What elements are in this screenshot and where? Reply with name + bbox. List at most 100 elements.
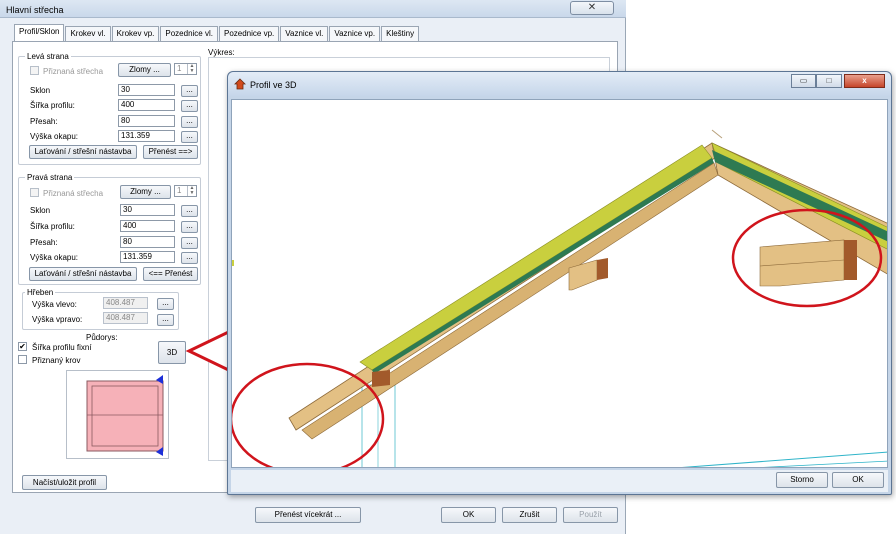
left-rafter-lower: [301, 162, 719, 440]
left-pitch-label: Sklon: [30, 86, 51, 95]
tab-krokev-vp[interactable]: Krokev vp.: [111, 26, 160, 41]
right-overhang-input[interactable]: 80: [120, 236, 175, 248]
tab-vaznice-vp[interactable]: Vaznice vp.: [329, 26, 381, 41]
ridge-height-right-dots-button[interactable]: ...: [157, 314, 174, 326]
ridge-height-left-label: Výška vlevo:: [32, 300, 77, 309]
tab-vaznice-vl[interactable]: Vaznice vl.: [280, 26, 329, 41]
right-fitted-roof-checkbox[interactable]: [30, 188, 39, 197]
3d-button[interactable]: 3D: [158, 341, 186, 364]
right-pitch-input[interactable]: 30: [120, 204, 175, 216]
left-battens-button[interactable]: Laťování / střešní nástavba: [29, 145, 137, 159]
right-profile-width-dots-button[interactable]: ...: [181, 221, 198, 233]
left-profile-width-label: Šířka profilu:: [30, 101, 75, 110]
tab-klestiny[interactable]: Kleštiny: [381, 26, 420, 41]
ridge-group: Hřeben: [22, 288, 179, 330]
left-breaks-count: 1: [177, 64, 182, 73]
main-titlebar: Hlavní střecha ✕: [0, 0, 626, 18]
ridge-height-right-input[interactable]: 408.487: [103, 312, 148, 324]
fixed-width-checkbox[interactable]: ✔: [18, 342, 27, 351]
right-overhang-dots-button[interactable]: ...: [181, 237, 198, 249]
tab-pozednice-vp[interactable]: Pozednice vp.: [218, 26, 280, 41]
right-foil: [712, 150, 887, 242]
left-eave-height-dots-button[interactable]: ...: [181, 131, 198, 143]
spinner-arrows-icon[interactable]: ▲ ▼: [187, 186, 196, 196]
roof-3d-scene: [232, 129, 887, 467]
profile-3d-footer: Storno OK: [231, 470, 888, 492]
main-dialog-title: Hlavní střecha: [6, 5, 64, 15]
fixed-width-label: Šířka profilu fixní: [32, 343, 92, 352]
right-pitch-dots-button[interactable]: ...: [181, 205, 198, 217]
left-side-title: Levá strana: [25, 52, 71, 61]
ground-line: [682, 451, 887, 467]
load-save-profile-button[interactable]: Načíst/uložit profil: [22, 475, 107, 490]
right-battens-button[interactable]: Laťování / střešní nástavba: [29, 267, 137, 281]
marker-left: [232, 260, 234, 266]
fitted-truss-checkbox[interactable]: [18, 355, 27, 364]
maximize-button[interactable]: □: [816, 74, 842, 88]
left-overhang-dots-button[interactable]: ...: [181, 116, 198, 128]
right-profile-width-input[interactable]: 400: [120, 220, 175, 232]
ridge-line: [711, 129, 723, 139]
home-icon: [234, 78, 246, 90]
left-fitted-roof-label: Přiznaná střecha: [43, 67, 104, 76]
left-breaks-spinner[interactable]: 1 ▲ ▼: [174, 63, 197, 75]
left-overhang-label: Přesah:: [30, 117, 58, 126]
left-breaks-button[interactable]: Zlomy ...: [118, 63, 171, 77]
right-purlin-end: [844, 240, 857, 280]
tab-krokev-vl[interactable]: Krokev vl.: [65, 26, 111, 41]
left-fitted-roof-checkbox[interactable]: [30, 66, 39, 75]
spinner-arrows-icon[interactable]: ▲ ▼: [187, 64, 196, 74]
profile-3d-close-button[interactable]: x: [844, 74, 885, 88]
right-eave-height-input[interactable]: 131.359: [120, 251, 175, 263]
ok-button[interactable]: OK: [441, 507, 496, 523]
apply-button[interactable]: Použít: [563, 507, 618, 523]
left-pitch-input[interactable]: 30: [118, 84, 175, 96]
profile-3d-title: Profil ve 3D: [250, 80, 297, 90]
left-profile-width-dots-button[interactable]: ...: [181, 100, 198, 112]
left-pitch-dots-button[interactable]: ...: [181, 85, 198, 97]
minimize-button[interactable]: ▭: [791, 74, 816, 88]
plan-roof-outline: [86, 380, 164, 452]
ridge-height-left-dots-button[interactable]: ...: [157, 298, 174, 310]
3d-viewport[interactable]: [231, 99, 888, 468]
right-eave-height-dots-button[interactable]: ...: [181, 252, 198, 264]
profile-3d-window: Profil ve 3D ▭ □ x Storno OK: [227, 71, 892, 495]
left-purlin-end: [597, 258, 608, 280]
right-breaks-spinner[interactable]: 1 ▲ ▼: [174, 185, 197, 197]
plan-preview: [66, 370, 169, 459]
left-transfer-button[interactable]: Přenést ==>: [143, 145, 198, 159]
left-eave-height-label: Výška okapu:: [30, 132, 79, 141]
right-eave-height-label: Výška okapu:: [30, 253, 79, 262]
tab-strip: Profil/Sklon Krokev vl. Krokev vp. Pozed…: [14, 24, 420, 42]
fitted-truss-label: Přiznaný krov: [32, 356, 81, 365]
right-overhang-label: Přesah:: [30, 238, 58, 247]
wall-plate: [372, 370, 390, 387]
right-pitch-label: Sklon: [30, 206, 51, 215]
left-profile-width-input[interactable]: 400: [118, 99, 175, 111]
left-foil: [372, 158, 714, 374]
drawing-label: Výkres:: [208, 48, 235, 57]
main-dialog-close-button[interactable]: ✕: [570, 1, 614, 15]
plan-preview-drawing: [86, 375, 164, 456]
left-insulation: [359, 144, 713, 371]
profile-3d-titlebar: Profil ve 3D ▭ □ x: [228, 72, 891, 96]
right-side-title: Pravá strana: [25, 173, 75, 182]
right-breaks-count: 1: [177, 186, 182, 195]
cancel-button[interactable]: Zrušit: [502, 507, 557, 523]
transfer-multiple-button[interactable]: Přenést vícekrát ...: [255, 507, 361, 523]
right-profile-width-label: Šířka profilu:: [30, 222, 75, 231]
ridge-height-right-label: Výška vpravo:: [32, 315, 83, 324]
plan-label: Půdorys:: [86, 333, 118, 342]
right-breaks-button[interactable]: Zlomy ...: [120, 185, 171, 199]
ridge-title: Hřeben: [25, 288, 56, 297]
right-fitted-roof-label: Přiznaná střecha: [43, 189, 104, 198]
left-overhang-input[interactable]: 80: [118, 115, 175, 127]
tab-pozednice-vl[interactable]: Pozednice vl.: [160, 26, 218, 41]
checkmark-icon: ✔: [19, 342, 26, 351]
ridge-height-left-input[interactable]: 408.487: [103, 297, 148, 309]
tab-profil-sklon[interactable]: Profil/Sklon: [14, 24, 65, 41]
left-eave-height-input[interactable]: 131.359: [118, 130, 175, 142]
right-transfer-button[interactable]: <== Přenést: [143, 267, 198, 281]
storno-button[interactable]: Storno: [776, 472, 828, 488]
ok-3d-button[interactable]: OK: [832, 472, 884, 488]
